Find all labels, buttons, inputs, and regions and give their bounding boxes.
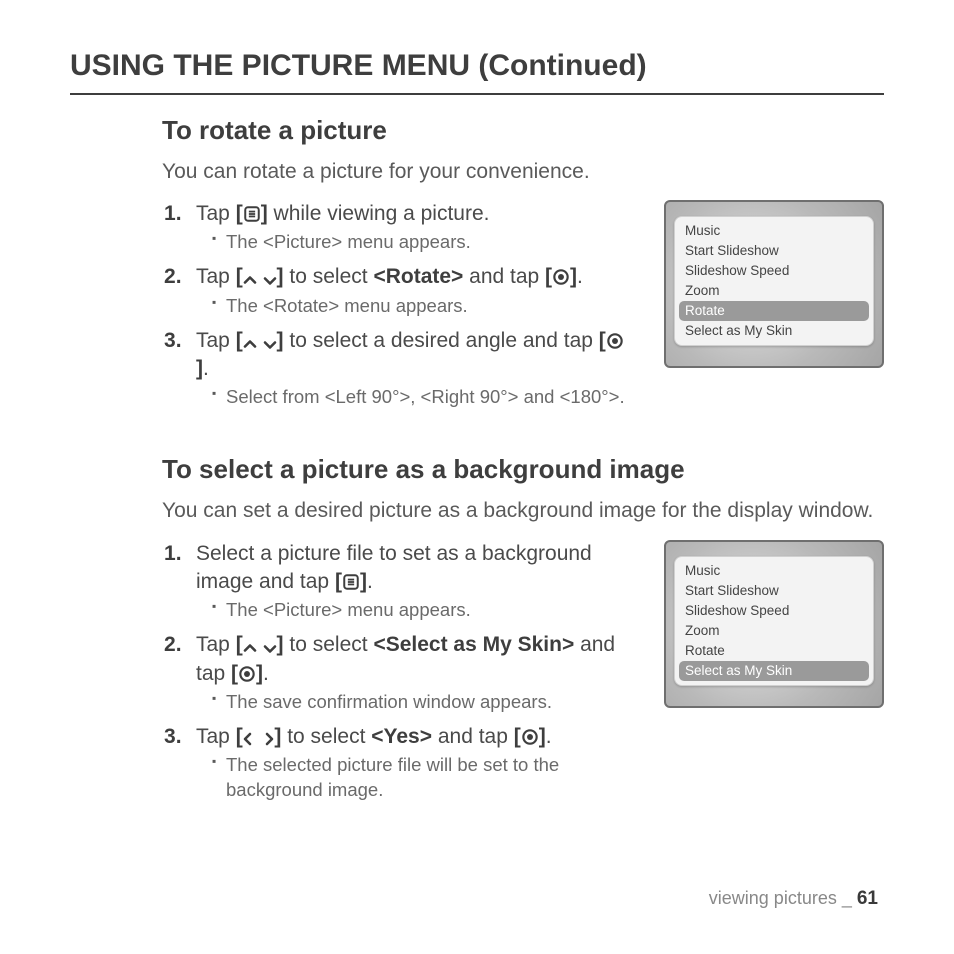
text: to select	[284, 633, 374, 656]
device-screenshot-rotate: Music Start Slideshow Slideshow Speed Zo…	[664, 200, 884, 368]
skin-step-1: Select a picture file to set as a backgr…	[196, 540, 630, 624]
page-number: 61	[857, 888, 878, 909]
text: and tap	[432, 725, 514, 748]
menu-item: Slideshow Speed	[675, 601, 873, 621]
chevron-down-icon	[263, 275, 277, 286]
text: and tap	[463, 265, 545, 288]
page-footer: viewing pictures _ 61	[709, 886, 878, 912]
skin-intro: You can set a desired picture as a backg…	[162, 497, 884, 525]
text: .	[367, 570, 373, 593]
skin-row: Select a picture file to set as a backgr…	[162, 540, 884, 812]
text: Tap	[196, 265, 236, 288]
rotate-step-1: Tap [] while viewing a picture. The <Pic…	[196, 200, 630, 255]
menu-item: Start Slideshow	[675, 581, 873, 601]
menu-item: Slideshow Speed	[675, 261, 873, 281]
target-icon	[238, 665, 256, 683]
device-screenshot-skin: Music Start Slideshow Slideshow Speed Zo…	[664, 540, 884, 708]
chevron-up-icon	[243, 339, 257, 350]
rotate-steps-col: Tap [] while viewing a picture. The <Pic…	[162, 200, 630, 418]
text: Tap	[196, 633, 236, 656]
text: to select	[281, 725, 371, 748]
page-title: USING THE PICTURE MENU (Continued)	[70, 46, 884, 95]
menu-item: Select as My Skin	[675, 321, 873, 341]
picture-menu-panel: Music Start Slideshow Slideshow Speed Zo…	[674, 216, 874, 346]
chevron-down-icon	[263, 643, 277, 654]
skin-step-2: Tap [ ] to select <Select as My Skin> an…	[196, 631, 630, 715]
menu-item: Zoom	[675, 621, 873, 641]
text: while viewing a picture.	[268, 202, 490, 225]
chevron-up-icon	[243, 643, 257, 654]
text: .	[263, 662, 269, 685]
rotate-step-3-sub: Select from <Left 90°>, <Right 90°> and …	[212, 385, 630, 410]
rotate-step-2-sub: The <Rotate> menu appears.	[212, 294, 630, 319]
menu-item-selected: Select as My Skin	[679, 661, 869, 681]
menu-icon	[342, 573, 360, 591]
menu-icon	[243, 205, 261, 223]
section-heading-rotate: To rotate a picture	[162, 113, 884, 148]
menu-item: Music	[675, 561, 873, 581]
rotate-row: Tap [] while viewing a picture. The <Pic…	[162, 200, 884, 418]
text: Select a picture file to set as a backgr…	[196, 542, 592, 593]
target-icon	[606, 332, 624, 350]
text: .	[203, 357, 209, 380]
text: .	[546, 725, 552, 748]
skin-step-3-sub: The selected picture file will be set to…	[212, 753, 630, 803]
text: to select a desired angle and tap	[284, 329, 599, 352]
picture-menu-panel: Music Start Slideshow Slideshow Speed Zo…	[674, 556, 874, 686]
text: Tap	[196, 725, 236, 748]
section-heading-skin: To select a picture as a background imag…	[162, 452, 884, 487]
skin-step-2-sub: The save confirmation window appears.	[212, 690, 630, 715]
text: .	[577, 265, 583, 288]
rotate-intro: You can rotate a picture for your conven…	[162, 158, 884, 186]
target-icon	[521, 728, 539, 746]
menu-item: Zoom	[675, 281, 873, 301]
skin-step-3: Tap [ ] to select <Yes> and tap []. The …	[196, 723, 630, 803]
bold-text: <Yes>	[371, 725, 432, 748]
menu-item: Start Slideshow	[675, 241, 873, 261]
target-icon	[552, 268, 570, 286]
chevron-up-icon	[243, 275, 257, 286]
footer-label: viewing pictures _	[709, 888, 857, 908]
rotate-step-3: Tap [ ] to select a desired angle and ta…	[196, 327, 630, 411]
skin-steps-col: Select a picture file to set as a backgr…	[162, 540, 630, 812]
rotate-steps: Tap [] while viewing a picture. The <Pic…	[162, 200, 630, 410]
text: Tap	[196, 329, 236, 352]
body: To rotate a picture You can rotate a pic…	[70, 113, 884, 812]
menu-item-selected: Rotate	[679, 301, 869, 321]
skin-steps: Select a picture file to set as a backgr…	[162, 540, 630, 804]
bold-text: <Select as My Skin>	[373, 633, 574, 656]
chevron-right-icon	[264, 732, 274, 746]
manual-page: USING THE PICTURE MENU (Continued) To ro…	[0, 0, 954, 954]
chevron-left-icon	[243, 732, 253, 746]
menu-item: Rotate	[675, 641, 873, 661]
chevron-down-icon	[263, 339, 277, 350]
rotate-step-1-sub: The <Picture> menu appears.	[212, 230, 630, 255]
bold-text: <Rotate>	[373, 265, 463, 288]
menu-item: Music	[675, 221, 873, 241]
skin-step-1-sub: The <Picture> menu appears.	[212, 598, 630, 623]
text: Tap	[196, 202, 236, 225]
rotate-step-2: Tap [ ] to select <Rotate> and tap []. T…	[196, 263, 630, 318]
text: to select	[284, 265, 374, 288]
